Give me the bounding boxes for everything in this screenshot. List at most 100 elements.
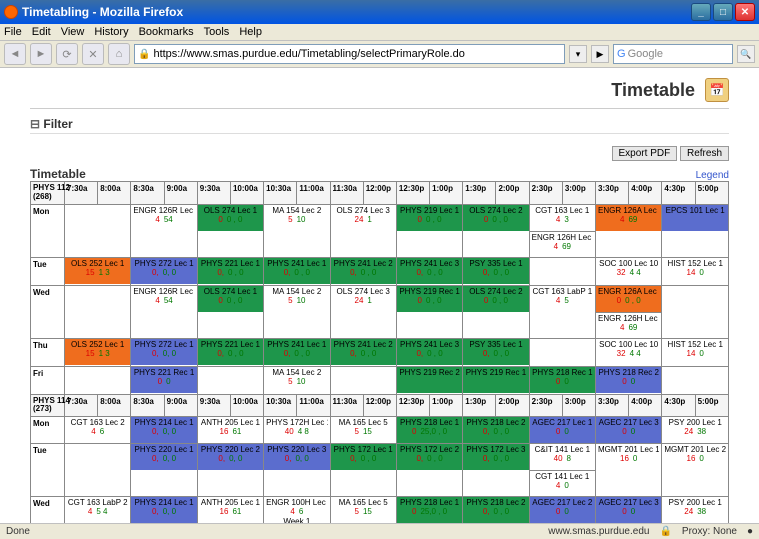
course-cell[interactable]: PHYS 272 Lec 10,0, 0	[131, 338, 197, 366]
course-cell[interactable]: PHYS 221 Rec 100	[131, 366, 197, 394]
course-cell[interactable]: PHYS 241 Lec 10,0 , 0	[264, 257, 330, 285]
course-cell[interactable]: PHYS 272 Lec 10,0, 0	[131, 257, 197, 285]
menu-view[interactable]: View	[61, 26, 85, 38]
course-cell[interactable]: CGT 163 LabP 145	[529, 285, 595, 338]
close-button[interactable]: ✕	[735, 3, 755, 21]
menu-help[interactable]: Help	[239, 26, 262, 38]
course-cell[interactable]: PHYS 241 Lec 20,0 , 0	[330, 338, 396, 366]
course-cell[interactable]: OLS 274 Lec 100 , 0	[197, 285, 263, 338]
course-cell[interactable]: PHYS 219 Rec 2	[396, 366, 462, 394]
time-header: 11:00a	[297, 394, 330, 417]
course-cell[interactable]: ENGR 126A Lec 100 , 0ENGR 126H Lec 1469	[596, 285, 662, 338]
url-bar[interactable]: 🔒 https://www.smas.purdue.edu/Timetablin…	[134, 44, 565, 64]
course-cell[interactable]: HIST 152 Lec 1140	[662, 257, 729, 285]
search-go-icon[interactable]: 🔍	[737, 45, 755, 63]
course-cell[interactable]: CGT 163 Lec 246	[65, 417, 131, 444]
course-cell[interactable]: PSY 200 Lec 12438	[662, 417, 729, 444]
course-cell[interactable]: OLS 274 Lec 200 , 0	[463, 285, 529, 338]
course-cell[interactable]: ENGR 126A Lec 1469	[596, 204, 662, 257]
maximize-button[interactable]: □	[713, 3, 733, 21]
legend-link[interactable]: Legend	[696, 170, 729, 181]
time-header: 3:00p	[562, 394, 595, 417]
course-cell[interactable]: OLS 274 Lec 3241	[330, 285, 396, 338]
course-cell[interactable]: PSY 335 Lec 10,0 , 0	[463, 257, 529, 285]
course-cell[interactable]: OLS 252 Lec 1151 3	[65, 257, 131, 285]
minimize-button[interactable]: _	[691, 3, 711, 21]
go-button[interactable]: ▾	[569, 45, 587, 63]
course-cell[interactable]: OLS 274 Lec 3241	[330, 204, 396, 257]
course-cell[interactable]: C&IT 141 Lec 1408CGT 141 Lec 140	[529, 444, 595, 497]
menu-file[interactable]: File	[4, 26, 22, 38]
course-cell[interactable]: PHYS 221 Lec 10,0 , 0	[197, 338, 263, 366]
course-cell[interactable]: PHYS 241 Lec 30,0 , 0	[396, 338, 462, 366]
course-cell[interactable]: PSY 200 Lec 12438	[662, 497, 729, 523]
menu-tools[interactable]: Tools	[204, 26, 230, 38]
course-cell[interactable]: PHYS 218 Lec 20,0 , 0	[463, 497, 529, 523]
reload-button[interactable]: ⟳	[56, 43, 78, 65]
back-button[interactable]: ◄	[4, 43, 26, 65]
filter-section-toggle[interactable]: Filter	[30, 117, 729, 134]
course-cell[interactable]: MA 165 Lec 5515	[330, 497, 396, 523]
search-box[interactable]: G Google	[613, 44, 733, 64]
course-cell[interactable]: AGEC 217 Lec 100	[529, 417, 595, 444]
course-cell[interactable]: PHYS 172 Lec 10,0 , 0	[330, 444, 396, 497]
course-cell[interactable]: CGT 163 Lec 143ENGR 126H Lec 1469	[529, 204, 595, 257]
window-title: Timetabling - Mozilla Firefox	[22, 5, 183, 19]
num1: 0	[218, 215, 222, 224]
course-cell[interactable]: ENGR 126R Lec 1454	[131, 204, 197, 257]
course-cell[interactable]: ANTH 205 Lec 11661	[197, 497, 263, 523]
course-cell[interactable]: PHYS 241 Lec 30,0 , 0	[396, 257, 462, 285]
course-cell[interactable]: PHYS 220 Lec 10,0, 0	[131, 444, 197, 497]
course-cell[interactable]: HIST 152 Lec 1140	[662, 338, 729, 366]
course-cell[interactable]: PHYS 172H Lec 1404 8	[264, 417, 330, 444]
course-cell[interactable]: PHYS 214 Lec 10,0, 0	[131, 417, 197, 444]
go-button-2[interactable]: ▶	[591, 45, 609, 63]
course-cell[interactable]: PHYS 220 Lec 20,0, 0	[197, 444, 263, 497]
course-cell[interactable]: PHYS 218 Lec 20,0 , 0	[463, 417, 529, 444]
course-cell[interactable]: OLS 274 Lec 100 , 0	[197, 204, 263, 257]
course-cell[interactable]: SOC 100 Lec 10324 4	[596, 338, 662, 366]
course-cell[interactable]: AGEC 217 Lec 300	[596, 417, 662, 444]
course-cell[interactable]: MGMT 201 Lec 1160	[596, 444, 662, 497]
course-cell[interactable]: OLS 252 Lec 1151 3	[65, 338, 131, 366]
time-header: 10:00a	[230, 394, 263, 417]
refresh-button[interactable]: Refresh	[680, 146, 729, 161]
course-cell[interactable]: PHYS 218 Lec 1025,0 , 0	[396, 497, 462, 523]
home-button[interactable]: ⌂	[108, 43, 130, 65]
num1: 4	[620, 215, 624, 224]
course-cell[interactable]: ANTH 205 Lec 11661	[197, 417, 263, 444]
course-cell[interactable]: MGMT 201 Lec 2160	[662, 444, 729, 497]
course-cell[interactable]: CGT 163 LabP 245 4	[65, 497, 131, 523]
course-cell[interactable]: AGEC 217 Lec 300	[596, 497, 662, 523]
course-cell[interactable]: PHYS 219 Rec 1	[463, 366, 529, 394]
course-cell[interactable]: MA 165 Lec 5515	[330, 417, 396, 444]
course-cell[interactable]: PHYS 241 Lec 20,0 , 0	[330, 257, 396, 285]
course-cell[interactable]: PHYS 219 Lec 100 , 0	[396, 204, 462, 257]
menu-bookmarks[interactable]: Bookmarks	[139, 26, 194, 38]
course-cell[interactable]: PHYS 221 Lec 10,0 , 0	[197, 257, 263, 285]
menu-history[interactable]: History	[94, 26, 128, 38]
course-cell[interactable]: PHYS 219 Rec 100 , 0	[396, 285, 462, 338]
course-cell[interactable]: MA 154 Lec 2510	[264, 285, 330, 338]
course-cell[interactable]: PHYS 220 Lec 30,0, 0	[264, 444, 330, 497]
course-cell[interactable]: PSY 335 Lec 10,0 , 0	[463, 338, 529, 366]
course-cell[interactable]: AGEC 217 Lec 200	[529, 497, 595, 523]
course-cell[interactable]: OLS 274 Lec 200 , 0	[463, 204, 529, 257]
course-cell[interactable]: MA 154 Lec 2510	[264, 204, 330, 257]
forward-button[interactable]: ►	[30, 43, 52, 65]
course-cell[interactable]: PHYS 214 Lec 10,0, 0	[131, 497, 197, 523]
course-cell[interactable]: PHYS 172 Lec 30,0 , 0	[463, 444, 529, 497]
stop-button[interactable]: ✕	[82, 43, 104, 65]
course-cell[interactable]: PHYS 218 Lec 1025,0 , 0	[396, 417, 462, 444]
course-cell[interactable]: ENGR 126R Lec 1454	[131, 285, 197, 338]
export-pdf-button[interactable]: Export PDF	[612, 146, 678, 161]
course-cell[interactable]: PHYS 241 Lec 10,0 , 0	[264, 338, 330, 366]
menu-edit[interactable]: Edit	[32, 26, 51, 38]
course-cell[interactable]: PHYS 218 Rec 200	[596, 366, 662, 394]
course-cell[interactable]: PHYS 172 Lec 20,0 , 0	[396, 444, 462, 497]
course-cell[interactable]: ENGR 100H Lec 1a46Week 1ENGR 100H Lec 1b…	[264, 497, 330, 523]
course-cell[interactable]: EPCS 101 Lec 1	[662, 204, 729, 257]
course-cell[interactable]: MA 154 Lec 2510	[264, 366, 330, 394]
course-cell[interactable]: SOC 100 Lec 10324 4	[596, 257, 662, 285]
course-cell[interactable]: PHYS 218 Rec 100	[529, 366, 595, 394]
